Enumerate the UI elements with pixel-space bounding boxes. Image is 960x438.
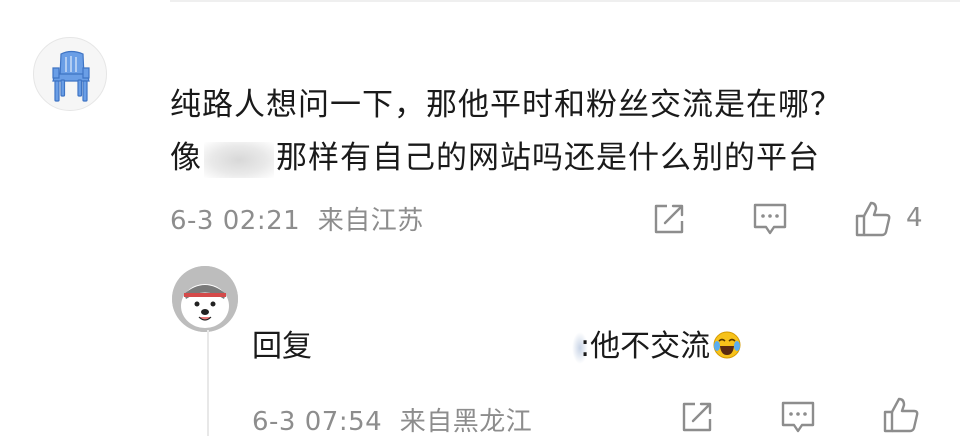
reply-comment-button[interactable] [779, 398, 817, 436]
comment-date: 6-3 02:21 [170, 206, 301, 236]
comment-icon [753, 203, 787, 235]
reply-text: :他不交流 [580, 329, 711, 364]
thumbs-up-icon [855, 201, 891, 237]
comment-text-prefix: 像 [170, 140, 202, 176]
reply-share-button[interactable] [678, 398, 716, 436]
avatar[interactable] [33, 37, 107, 111]
reply-body: :他不交流 [580, 327, 742, 367]
reply-date: 6-3 07:54 [252, 407, 383, 437]
top-divider [170, 0, 960, 2]
comment-text-line-1: 纯路人想问一下，那他平时和粉丝交流是在哪？ [170, 87, 842, 123]
thumbs-up-icon [883, 397, 919, 433]
blurred-mention [204, 141, 274, 178]
reply-location: 来自黑龙江 [399, 407, 533, 437]
reply-meta: 6-3 07:54 来自黑龙江 [252, 401, 532, 438]
comment-text-line-2: 像 那样有自己的网站吗还是什么别的平台 [170, 138, 930, 178]
thread-line [207, 330, 209, 436]
share-icon [682, 402, 712, 432]
reply-prefix: 回复 [252, 329, 312, 364]
comment-meta: 6-3 02:21 来自江苏 [170, 200, 424, 237]
share-button[interactable] [650, 200, 688, 238]
blue-chair-icon [52, 50, 90, 102]
comment-location: 来自江苏 [317, 206, 424, 236]
laughing-crying-emoji-icon [713, 331, 741, 359]
samoyed-dog-icon [172, 266, 238, 332]
reply-avatar[interactable] [172, 266, 238, 332]
like-count: 4 [906, 203, 923, 233]
comment-text-suffix: 那样有自己的网站吗还是什么别的平台 [276, 140, 820, 176]
reply-like-button[interactable] [880, 394, 922, 436]
like-button[interactable] [852, 198, 894, 240]
comment-button[interactable] [751, 200, 789, 238]
comment-icon [781, 401, 815, 433]
share-icon [654, 204, 684, 234]
